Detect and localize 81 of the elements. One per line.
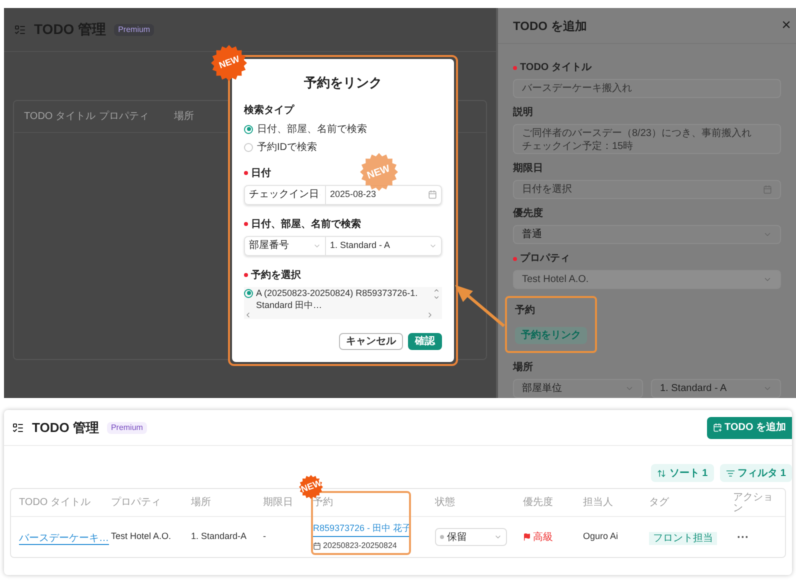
column-header: 優先度 [523, 497, 554, 508]
field-label: 予約 [515, 304, 535, 318]
reservation-option: A (20250823-20250824) R859373726-1. Standard 田中… [256, 286, 430, 310]
reservation-dates: 20250823-20250824 [323, 540, 397, 552]
cancel-button[interactable]: キャンセル [339, 332, 403, 350]
table-cell-text: Oguro Ai [583, 530, 620, 544]
chevron-icon [494, 533, 502, 541]
list-icon [12, 422, 24, 434]
radio-button[interactable] [244, 124, 253, 134]
column-header: 場所 [191, 497, 212, 508]
room-type-select[interactable]: 部屋番号 [244, 236, 326, 256]
todo-link[interactable]: バースデーケーキ… [19, 533, 109, 545]
chevron-icon [625, 384, 634, 393]
field-label: 予約を選択 [251, 268, 301, 282]
column-header: TODO タイトル [19, 497, 92, 508]
select-field[interactable]: 普通 [513, 225, 781, 244]
select-field[interactable]: 部屋単位 [513, 379, 643, 398]
sort-icon [657, 468, 666, 478]
calendar-plus-icon [712, 423, 722, 432]
column-header: 担当人 [583, 497, 614, 508]
radio-label: 予約IDで検索 [257, 140, 317, 154]
scroll-down-icon [433, 294, 440, 300]
column-header: アクション [733, 492, 774, 514]
description-field[interactable]: ご同伴者のバースデー（8/23）につき、事前搬入れ チェックイン予定：15時 [513, 124, 781, 154]
column-header: プロパティ [99, 110, 150, 124]
list-icon [14, 24, 26, 36]
date-field[interactable]: 日付を選択 [513, 180, 781, 199]
column-header: TODO タイトル [24, 110, 96, 124]
field-label: 日付 [251, 166, 271, 180]
calendar-icon [428, 190, 437, 199]
field-label: 説明 [513, 106, 533, 120]
scroll-right-icon [426, 310, 434, 318]
table-cell-text: Test Hotel A.O. [111, 530, 172, 544]
field-label: 場所 [513, 360, 533, 375]
more-actions-button[interactable]: ··· [733, 528, 753, 546]
room-select[interactable]: 1. Standard - A [326, 236, 442, 256]
column-header: 予約 [313, 497, 334, 508]
chevron-icon [763, 275, 772, 284]
field-label: 日付、部屋、名前で検索 [251, 218, 361, 232]
chevron-icon [763, 230, 772, 239]
confirm-button[interactable]: 確認 [408, 332, 442, 350]
tag: フロント担当 [649, 532, 717, 545]
plan-badge: Premium [106, 422, 147, 434]
radio-label: 日付、部屋、名前で検索 [257, 122, 367, 136]
status-select[interactable]: 保留 [435, 528, 507, 546]
radio-button[interactable] [244, 288, 253, 298]
table-cell-text: 1. Standard-A [191, 530, 248, 544]
page-title: TODO 管理 [32, 418, 99, 437]
table-cell-text: - [263, 530, 267, 544]
column-header: 状態 [435, 497, 456, 508]
sort-button[interactable]: ソート 1 [651, 464, 714, 482]
input-field[interactable]: バースデーケーキ搬入れ [513, 79, 781, 98]
priority-label: 高級 [533, 530, 553, 544]
plan-badge: Premium [114, 24, 154, 36]
scroll-up-icon [433, 286, 440, 294]
column-header: 期限日 [263, 497, 294, 508]
drawer-title: TODO を追加 [513, 18, 587, 34]
filter-button[interactable]: フィルタ 1 [720, 464, 792, 482]
chevron-icon [763, 384, 772, 393]
column-header: プロパティ [111, 497, 162, 508]
flag-icon [523, 533, 531, 541]
select-field: Test Hotel A.O. [513, 270, 781, 289]
select-field[interactable]: 1. Standard - A [651, 379, 781, 398]
field-label: プロパティ [520, 251, 570, 266]
radio-button[interactable] [244, 142, 253, 152]
column-header: タグ [649, 497, 670, 508]
date-type-select[interactable]: チェックイン日 [244, 184, 326, 204]
new-badge: NEW [360, 153, 398, 191]
field-label: 検索タイプ [244, 103, 296, 118]
scroll-left-icon [244, 310, 252, 318]
calendar-icon [763, 185, 772, 194]
calendar-icon [313, 542, 321, 550]
new-badge: NEW [211, 45, 247, 81]
filter-icon [726, 468, 735, 478]
dialog-title: 予約をリンク [303, 74, 383, 92]
close-button[interactable]: × [782, 18, 791, 34]
field-label: TODO タイトル [520, 61, 592, 75]
column-header: 場所 [174, 110, 195, 124]
add-todo-button[interactable]: TODO を追加 [706, 416, 792, 438]
field-label: 優先度 [513, 206, 543, 221]
field-label: 期限日 [513, 162, 543, 176]
